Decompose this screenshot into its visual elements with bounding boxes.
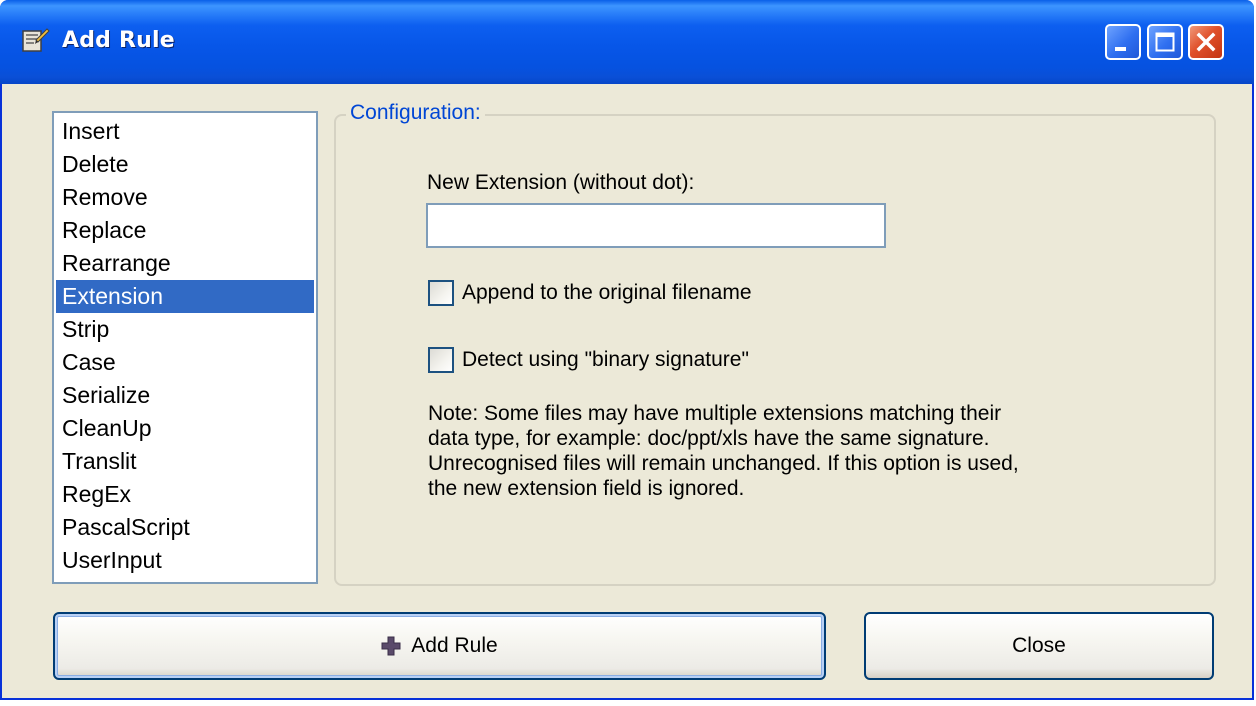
list-item-delete[interactable]: Delete (56, 148, 314, 181)
note-line: Note: Some files may have multiple exten… (428, 402, 1002, 425)
list-item-remove[interactable]: Remove (56, 181, 314, 214)
detect-binary-signature-checkbox[interactable] (428, 347, 454, 373)
note-line: the new extension field is ignored. (428, 477, 745, 500)
maximize-button[interactable] (1147, 24, 1183, 60)
list-item-cleanup[interactable]: CleanUp (56, 412, 314, 445)
new-extension-input[interactable] (426, 203, 886, 248)
list-item-case[interactable]: Case (56, 346, 314, 379)
rule-type-list[interactable]: Insert Delete Remove Replace Rearrange E… (52, 111, 318, 584)
list-item-insert[interactable]: Insert (56, 115, 314, 148)
list-item-extension[interactable]: Extension (56, 280, 314, 313)
app-icon (22, 28, 50, 52)
add-rule-button[interactable]: Add Rule (53, 612, 826, 680)
list-item-regex[interactable]: RegEx (56, 478, 314, 511)
add-rule-button-label: Add Rule (411, 634, 498, 657)
note-text: Note: Some files may have multiple exten… (428, 401, 1128, 501)
minimize-button[interactable] (1105, 24, 1141, 60)
maximize-icon (1155, 32, 1175, 52)
title-bar[interactable]: Add Rule (0, 0, 1254, 84)
close-button-label: Close (1012, 634, 1066, 657)
window-title: Add Rule (62, 28, 175, 53)
list-item-translit[interactable]: Translit (56, 445, 314, 478)
list-item-rearrange[interactable]: Rearrange (56, 247, 314, 280)
list-item-replace[interactable]: Replace (56, 214, 314, 247)
close-button[interactable]: Close (864, 612, 1214, 680)
append-checkbox[interactable] (428, 280, 454, 306)
list-item-pascalscript[interactable]: PascalScript (56, 511, 314, 544)
list-item-serialize[interactable]: Serialize (56, 379, 314, 412)
append-label[interactable]: Append to the original filename (462, 281, 752, 305)
plus-icon (381, 636, 401, 656)
close-icon (1196, 32, 1216, 52)
note-line: data type, for example: doc/ppt/xls have… (428, 427, 990, 450)
new-extension-label: New Extension (without dot): (427, 171, 695, 194)
note-line: Unrecognised files will remain unchanged… (428, 452, 1019, 475)
detect-binary-signature-label[interactable]: Detect using "binary signature" (462, 348, 749, 372)
close-window-button[interactable] (1188, 24, 1224, 60)
list-item-userinput[interactable]: UserInput (56, 544, 314, 577)
configuration-legend: Configuration: (346, 101, 485, 125)
list-item-strip[interactable]: Strip (56, 313, 314, 346)
minimize-icon (1115, 47, 1126, 51)
